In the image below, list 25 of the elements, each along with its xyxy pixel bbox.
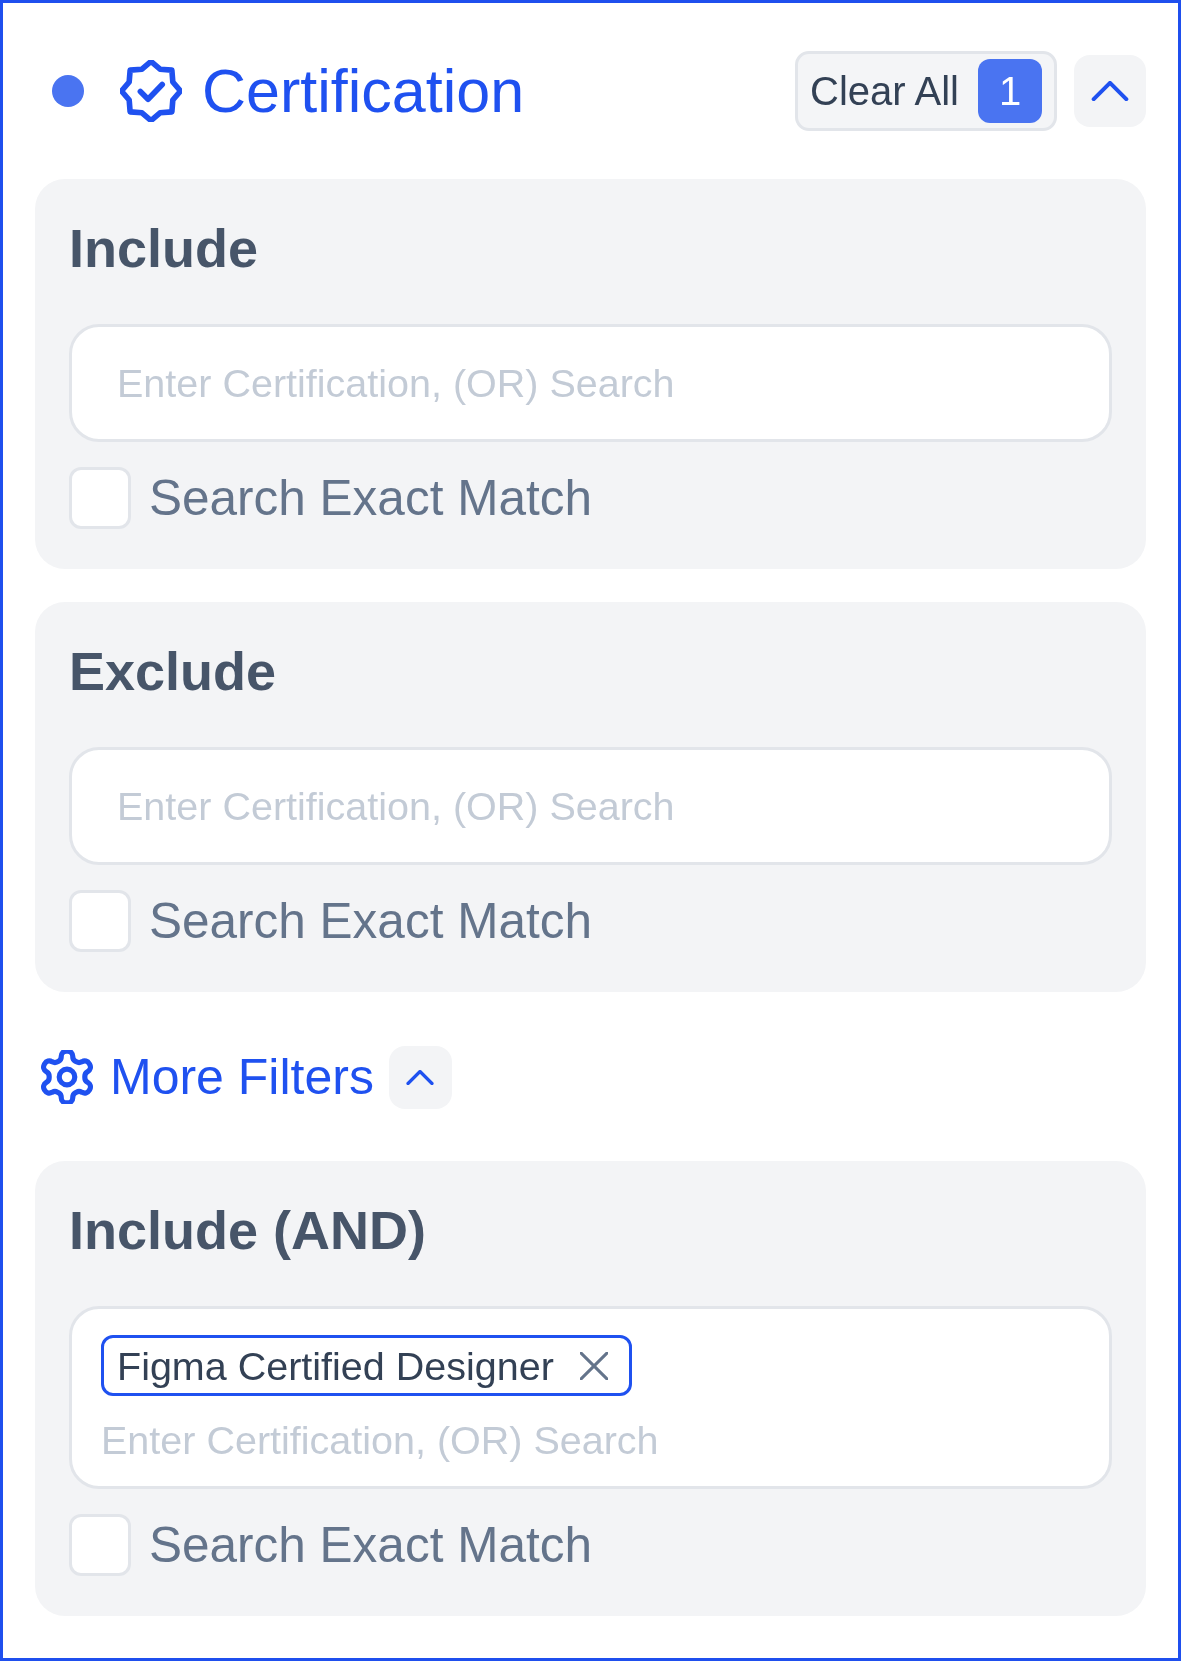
search-field[interactable]: Figma Certified Designer Enter Certification, (OR) Search	[69, 1306, 1112, 1489]
checkbox[interactable]	[69, 1514, 131, 1576]
checkbox-label: Search Exact Match	[149, 893, 592, 949]
chevron-up-icon	[1091, 81, 1129, 101]
checkbox[interactable]	[69, 467, 131, 529]
section-title: Include	[69, 217, 259, 279]
badge-check-icon	[120, 60, 182, 122]
collapse-button[interactable]	[1074, 55, 1146, 127]
chevron-up-icon	[406, 1069, 435, 1085]
count-badge: 1	[978, 59, 1042, 123]
toggle-button[interactable]	[388, 1045, 452, 1109]
more-filters-button[interactable]: More Filters	[40, 1048, 374, 1106]
tag-label: Figma Certified Designer	[117, 1342, 554, 1389]
checkbox-label: Search Exact Match	[149, 1517, 592, 1573]
search-field[interactable]: Enter Certification, (OR) Search	[69, 324, 1112, 442]
section-title: Exclude	[69, 640, 277, 702]
section-title: Include (AND)	[69, 1199, 426, 1261]
search-field[interactable]: Enter Certification, (OR) Search	[69, 747, 1112, 865]
clear-all-button[interactable]: Clear All 1	[795, 51, 1057, 131]
gear-icon	[40, 1050, 94, 1104]
close-icon[interactable]	[579, 1351, 608, 1380]
panel-title: Certification	[202, 56, 525, 126]
search-input[interactable]: Enter Certification, (OR) Search	[101, 1416, 1080, 1466]
checkbox-label: Search Exact Match	[149, 470, 592, 526]
checkbox[interactable]	[69, 890, 131, 952]
